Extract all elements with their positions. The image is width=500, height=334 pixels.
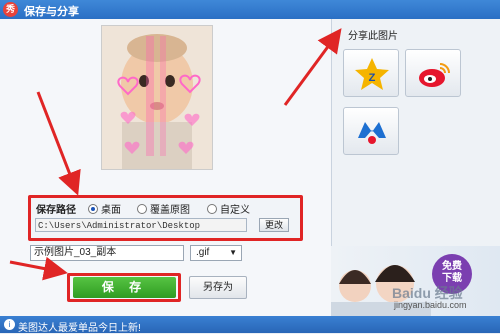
weibo-icon xyxy=(419,63,450,87)
app-icon: 秀 xyxy=(3,2,18,17)
share-weibo-button[interactable] xyxy=(405,49,461,97)
save-path-group: 保存路径 桌面 覆盖原图 自定义 C:\Users\Administrator\… xyxy=(28,195,303,241)
radio-desktop-label: 桌面 xyxy=(101,205,121,216)
share-label: 分享此图片 xyxy=(348,31,398,42)
save-as-button[interactable]: 另存为 xyxy=(189,276,247,299)
save-path-field[interactable]: C:\Users\Administrator\Desktop xyxy=(35,218,247,232)
radio-desktop[interactable]: 桌面 xyxy=(88,201,121,216)
baby-photo-image xyxy=(102,26,212,169)
change-path-button[interactable]: 更改 xyxy=(259,218,289,232)
qzone-icon: Z xyxy=(355,58,389,90)
format-value: .gif xyxy=(196,247,210,258)
radio-empty-icon xyxy=(137,204,147,214)
chevron-down-icon: ▼ xyxy=(229,248,237,257)
info-icon: i xyxy=(4,319,15,330)
share-qzone-button[interactable]: Z xyxy=(343,49,399,97)
status-bar: i 美图达人最爱单品今日上新! xyxy=(0,316,500,334)
save-panel: 保存路径 桌面 覆盖原图 自定义 C:\Users\Administrator\… xyxy=(0,19,331,316)
radio-custom-label: 自定义 xyxy=(220,205,250,216)
radio-custom[interactable]: 自定义 xyxy=(207,201,250,216)
share-service-icon xyxy=(358,122,386,144)
svg-text:Z: Z xyxy=(369,72,376,84)
save-button[interactable]: 保 存 xyxy=(73,277,176,298)
share-service-button[interactable] xyxy=(343,107,399,155)
radio-selected-icon xyxy=(88,204,98,214)
title-bar: 秀 保存与分享 xyxy=(0,0,500,19)
image-preview xyxy=(101,25,213,170)
radio-overwrite[interactable]: 覆盖原图 xyxy=(137,201,190,216)
badge-line-1: 免费 xyxy=(442,261,462,272)
format-select[interactable]: .gif ▼ xyxy=(190,245,242,261)
radio-overwrite-label: 覆盖原图 xyxy=(150,205,190,216)
watermark-url: jingyan.baidu.com xyxy=(394,300,467,310)
save-path-label: 保存路径 xyxy=(36,205,76,216)
filename-input[interactable]: 示例图片_03_副本 xyxy=(30,245,184,261)
radio-empty-icon xyxy=(207,204,217,214)
window-title: 保存与分享 xyxy=(24,6,79,18)
status-text[interactable]: 美图达人最爱单品今日上新! xyxy=(18,319,141,334)
